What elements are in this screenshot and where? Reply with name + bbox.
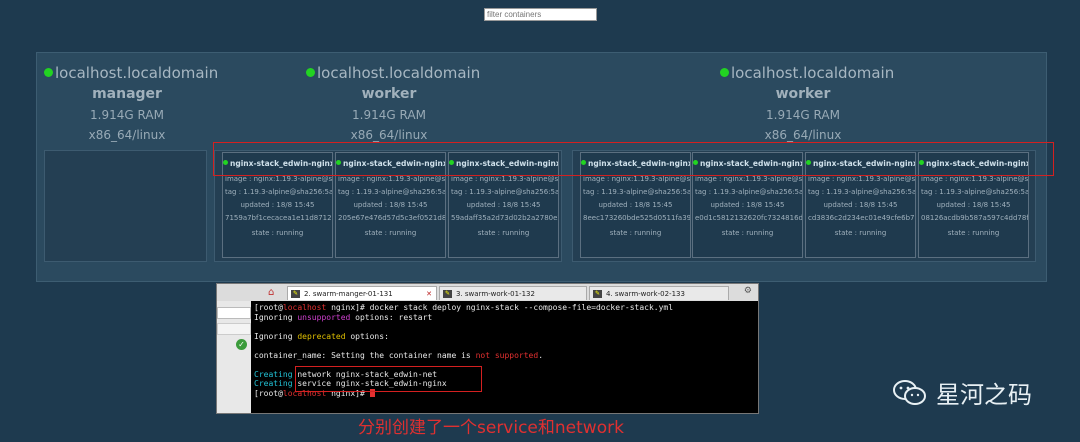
node-worker-1-header: localhost.localdomain worker 1.914G RAM … bbox=[306, 64, 480, 142]
task-id: e0d1c5812132620fc7324816da4e5 bbox=[695, 214, 803, 222]
output-text: Ignoring bbox=[254, 331, 298, 341]
terminal-sidebar: ✓ bbox=[217, 301, 251, 413]
task-state: state : running bbox=[477, 229, 530, 237]
node-manager-tasks bbox=[44, 150, 207, 262]
tab-swarm-work-02[interactable]: ✎ 4. swarm-work-02-133 bbox=[589, 286, 729, 300]
output-text: container_name: Setting the container na… bbox=[254, 350, 476, 360]
swarm-visualizer-screen: { "filter": { "placeholder": "filter con… bbox=[0, 0, 1080, 442]
prompt-text: [root@ bbox=[254, 303, 283, 312]
node-manager-header: localhost.localdomain manager 1.914G RAM… bbox=[44, 64, 218, 142]
node-status-dot bbox=[720, 68, 729, 77]
output-keyword: not supported bbox=[475, 350, 539, 360]
terminal-icon: ✎ bbox=[443, 290, 452, 298]
node-ram: 1.914G RAM bbox=[766, 108, 840, 122]
output-keyword: Creating bbox=[254, 369, 293, 379]
task-tag: tag : 1.19.3-alpine@sha256:5aa44b bbox=[338, 188, 446, 196]
node-ram: 1.914G RAM bbox=[352, 108, 426, 122]
highlight-box-services bbox=[213, 142, 1054, 176]
task-tag: tag : 1.19.3-alpine@sha256:5aa44b bbox=[451, 188, 559, 196]
output-text: . bbox=[538, 350, 544, 360]
task-id: cd3836c2d234ec01e49cfe6b73d90 bbox=[808, 214, 915, 222]
highlight-box-created bbox=[295, 366, 482, 392]
node-ram: 1.914G RAM bbox=[90, 108, 164, 122]
task-tag: tag : 1.19.3-alpine@sha256:5aa44b bbox=[583, 188, 691, 196]
tab-label: 4. swarm-work-02-133 bbox=[606, 290, 685, 298]
task-updated: updated : 18/8 15:45 bbox=[936, 201, 1011, 209]
tab-label: 2. swarm-manger-01-131 bbox=[304, 290, 393, 298]
terminal-output: [root@localhost nginx]# docker stack dep… bbox=[254, 303, 756, 411]
node-role: worker bbox=[361, 86, 417, 102]
filter-containers-input[interactable] bbox=[484, 8, 597, 21]
task-id: 08126acdb9b587a597c4dd78fb57 bbox=[921, 214, 1029, 222]
task-updated: updated : 18/8 15:45 bbox=[710, 201, 785, 209]
output-text: options: restart bbox=[350, 312, 433, 322]
tab-label: 3. swarm-work-01-132 bbox=[456, 290, 535, 298]
task-state: state : running bbox=[251, 229, 304, 237]
output-text: options: bbox=[345, 331, 389, 341]
node-hostname: localhost.localdomain bbox=[317, 64, 481, 82]
settings-icon[interactable]: ⚙ bbox=[744, 286, 752, 296]
wechat-icon bbox=[893, 380, 926, 405]
terminal-icon: ✎ bbox=[593, 290, 602, 298]
task-tag: tag : 1.19.3-alpine@sha256:5aa44b bbox=[921, 188, 1029, 196]
prompt-text: [root@ bbox=[254, 388, 283, 398]
task-state: state : running bbox=[947, 229, 1000, 237]
node-hostname: localhost.localdomain bbox=[731, 64, 895, 82]
close-icon[interactable]: ✕ bbox=[426, 287, 432, 301]
task-image: image : nginx:1.19.3-alpine@sha25 bbox=[695, 175, 803, 183]
node-worker-2-header: localhost.localdomain worker 1.914G RAM … bbox=[720, 64, 894, 142]
task-image: image : nginx:1.19.3-alpine@sha25 bbox=[583, 175, 691, 183]
task-image: image : nginx:1.19.3-alpine@sha25 bbox=[225, 175, 333, 183]
task-state: state : running bbox=[364, 229, 417, 237]
task-image: image : nginx:1.19.3-alpine@sha25 bbox=[808, 175, 916, 183]
tab-swarm-manger-01[interactable]: ✎ 2. swarm-manger-01-131 ✕ bbox=[287, 286, 437, 300]
prompt-host: localhost bbox=[282, 303, 327, 312]
task-image: image : nginx:1.19.3-alpine@sha25 bbox=[921, 175, 1029, 183]
task-state: state : running bbox=[721, 229, 774, 237]
task-state: state : running bbox=[609, 229, 662, 237]
task-tag: tag : 1.19.3-alpine@sha256:5aa44b bbox=[695, 188, 803, 196]
output-keyword: Creating bbox=[254, 379, 293, 388]
home-icon[interactable]: ⌂ bbox=[268, 287, 274, 298]
tab-swarm-work-01[interactable]: ✎ 3. swarm-work-01-132 bbox=[439, 286, 587, 300]
node-status-dot bbox=[44, 68, 53, 77]
node-arch: x86_64/linux bbox=[88, 128, 166, 142]
command-text: nginx]# docker stack deploy nginx-stack … bbox=[326, 303, 674, 312]
task-id: 7159a7bf1cecacea1e11d871214a1 bbox=[225, 214, 332, 222]
node-role: worker bbox=[775, 86, 831, 102]
task-updated: updated : 18/8 15:45 bbox=[598, 201, 673, 209]
task-id: 59adaff35a2d73d02b2a2780e2ad6 bbox=[451, 214, 558, 222]
task-id: 205e67e476d57d5c3ef0521d8d3fe bbox=[338, 214, 446, 222]
node-status-dot bbox=[306, 68, 315, 77]
terminal-tabbar: ⌂ ✎ 2. swarm-manger-01-131 ✕ ✎ 3. swarm-wor… bbox=[217, 284, 758, 301]
node-hostname: localhost.localdomain bbox=[55, 64, 219, 82]
task-updated: updated : 18/8 15:45 bbox=[353, 201, 428, 209]
terminal-icon: ✎ bbox=[291, 290, 300, 298]
sidebar-field[interactable] bbox=[217, 323, 251, 335]
annotation-caption: 分别创建了一个service和network bbox=[358, 418, 624, 438]
task-image: image : nginx:1.19.3-alpine@sha25 bbox=[338, 175, 446, 183]
node-arch: x86_64/linux bbox=[764, 128, 842, 142]
output-keyword: deprecated bbox=[297, 331, 346, 341]
node-role: manager bbox=[92, 86, 162, 102]
task-updated: updated : 18/8 15:45 bbox=[240, 201, 315, 209]
task-image: image : nginx:1.19.3-alpine@sha25 bbox=[451, 175, 559, 183]
task-updated: updated : 18/8 15:45 bbox=[466, 201, 541, 209]
task-updated: updated : 18/8 15:45 bbox=[823, 201, 898, 209]
check-icon: ✓ bbox=[236, 339, 247, 350]
task-tag: tag : 1.19.3-alpine@sha256:5aa44b bbox=[808, 188, 916, 196]
sidebar-field[interactable] bbox=[217, 307, 251, 319]
terminal-window: ⌂ ✎ 2. swarm-manger-01-131 ✕ ✎ 3. swarm-wor… bbox=[216, 283, 759, 414]
watermark-text: 星河之码 bbox=[936, 381, 1032, 409]
output-text: Ignoring bbox=[254, 312, 298, 322]
node-arch: x86_64/linux bbox=[350, 128, 428, 142]
task-id: 8eec173260bde525d0511fa3915c0 bbox=[583, 214, 691, 222]
task-tag: tag : 1.19.3-alpine@sha256:5aa44b bbox=[225, 188, 333, 196]
task-state: state : running bbox=[834, 229, 887, 237]
output-keyword: unsupported bbox=[297, 312, 351, 322]
